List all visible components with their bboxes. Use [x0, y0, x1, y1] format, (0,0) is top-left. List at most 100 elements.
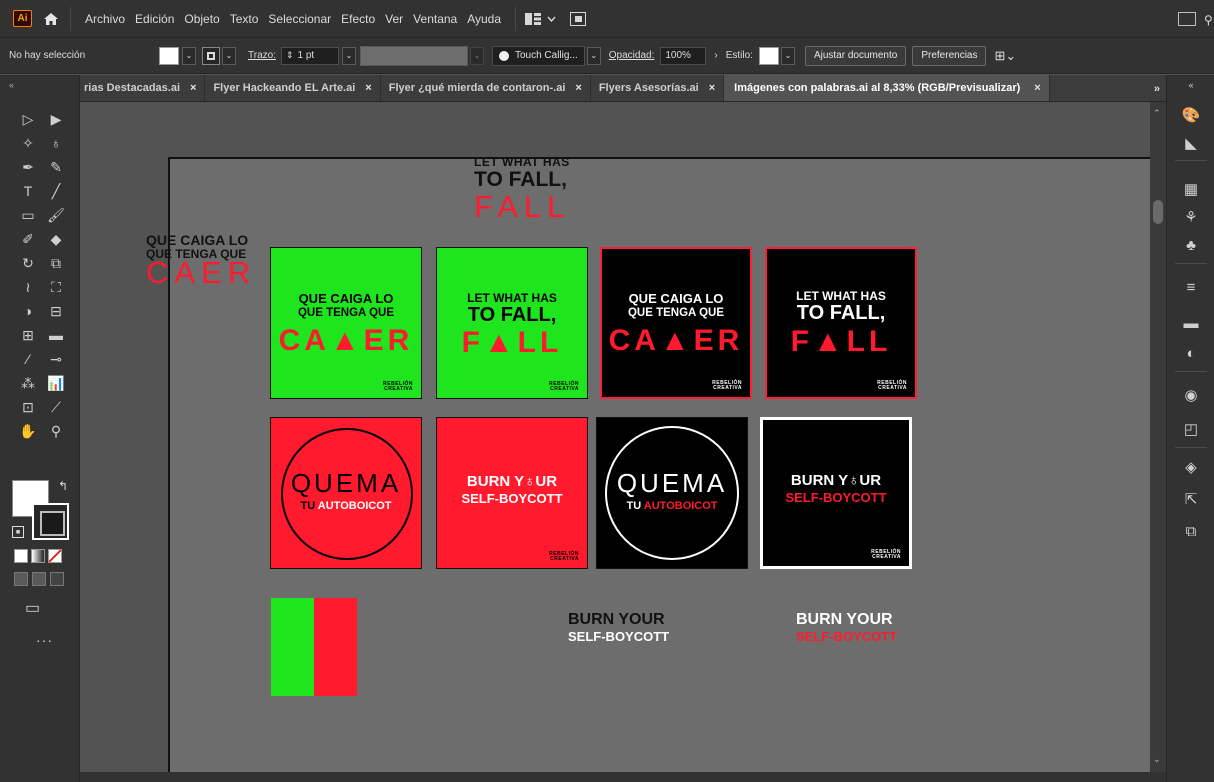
swap-fill-stroke-icon[interactable]: ↰ — [58, 479, 68, 493]
gradient-tool-icon[interactable]: ▬ — [42, 324, 70, 346]
variable-width-profile[interactable] — [359, 45, 468, 66]
card-que-caiga-green[interactable]: QUE CAIGA LO QUE TENGA QUE CA▲ER REBELIÓ… — [270, 247, 422, 399]
card-burn-your-black[interactable]: BURN Y♁UR SELF-BOYCOTT REBELIÓN CREATIVA — [760, 417, 912, 569]
document-setup-button[interactable]: Ajustar documento — [804, 45, 907, 66]
stroke-dropdown-chevron-icon[interactable]: ⌄ — [222, 46, 236, 65]
artboard-tool-icon[interactable]: ⊡ — [14, 396, 42, 418]
opacity-expand-icon[interactable]: › — [714, 50, 717, 61]
menu-ayuda[interactable]: Ayuda — [462, 12, 506, 26]
type-tool-icon[interactable]: T — [14, 180, 42, 202]
arrange-documents-icon[interactable] — [1178, 12, 1196, 26]
gradient-panel-icon[interactable]: ▬ — [1181, 313, 1201, 333]
close-icon[interactable]: × — [575, 82, 581, 94]
selection-tool-icon[interactable]: ▷ — [14, 108, 42, 130]
more-tabs-icon[interactable]: » — [1154, 75, 1160, 101]
column-graph-tool-icon[interactable]: 📊 — [42, 372, 70, 394]
close-icon[interactable]: × — [365, 82, 371, 94]
draw-normal-icon[interactable] — [14, 572, 28, 586]
workspace-switcher-icon[interactable] — [525, 12, 556, 25]
blend-tool-icon[interactable]: ⊸ — [42, 348, 70, 370]
tab-document-active[interactable]: Imágenes con palabras.ai al 8,33% (RGB/P… — [724, 75, 1050, 101]
swatches-icon[interactable]: ▦ — [1181, 179, 1201, 199]
arrange-icon[interactable]: ⊞⌄ — [994, 48, 1016, 64]
zoom-tool-icon[interactable]: ⚲ — [42, 420, 70, 442]
asset-export-icon[interactable]: ⇱ — [1181, 489, 1201, 509]
opacity-field[interactable]: 100% — [660, 46, 707, 65]
search-icon[interactable]: ⚲ — [1204, 13, 1214, 27]
hand-tool-icon[interactable]: ✋ — [14, 420, 42, 442]
close-icon[interactable]: × — [190, 82, 196, 94]
edit-toolbar-icon[interactable]: ··· — [36, 632, 53, 648]
gpu-performance-icon[interactable] — [570, 11, 587, 26]
stroke-label[interactable]: Trazo: — [248, 50, 276, 61]
appearance-panel-icon[interactable]: ◉ — [1181, 385, 1201, 405]
draw-behind-icon[interactable] — [32, 572, 46, 586]
red-color-block[interactable] — [314, 598, 357, 696]
opacity-label[interactable]: Opacidad: — [609, 50, 655, 61]
free-transform-tool-icon[interactable]: ⛶ — [42, 276, 70, 298]
eyedropper-tool-icon[interactable]: ⁄ — [14, 348, 42, 370]
brushes-icon[interactable]: ⚘ — [1181, 207, 1201, 227]
scale-tool-icon[interactable]: ⧉ — [42, 252, 70, 274]
artboards-panel-icon[interactable]: ⧉ — [1181, 521, 1201, 541]
brush-definition-field[interactable]: Touch Callig... — [491, 45, 585, 66]
curvature-tool-icon[interactable]: ✎ — [42, 156, 70, 178]
profile-chevron-icon[interactable]: ⌄ — [469, 46, 484, 65]
stroke-weight-chevron-icon[interactable]: ⌄ — [341, 46, 356, 65]
pen-tool-icon[interactable]: ✒ — [14, 156, 42, 178]
paintbrush-tool-icon[interactable]: 🖌 — [42, 204, 70, 226]
green-color-block[interactable] — [271, 598, 314, 696]
scrollbar-thumb[interactable] — [1153, 200, 1163, 224]
mesh-tool-icon[interactable]: ⊞ — [14, 324, 42, 346]
tab-document[interactable]: rias Destacadas.ai × — [80, 75, 206, 101]
text-burn-your-1[interactable]: BURN YOUR SELF-BOYCOTT — [568, 612, 669, 644]
direct-selection-tool-icon[interactable]: ▶ — [42, 108, 70, 130]
transparency-panel-icon[interactable]: ◐ — [1181, 343, 1201, 363]
warp-tool-icon[interactable]: ≀ — [14, 276, 42, 298]
stroke-panel-icon[interactable]: ≡ — [1181, 277, 1201, 297]
text-let-what-has-to-fall[interactable]: LET WHAT HAS TO FALL, FALL — [474, 156, 570, 222]
color-mode-icon[interactable] — [14, 549, 28, 563]
menu-ver[interactable]: Ver — [380, 12, 408, 26]
symbols-icon[interactable]: ♣ — [1181, 235, 1201, 255]
text-que-caiga-lo[interactable]: QUE CAIGA LO QUE TENGA QUE CAER — [146, 233, 256, 288]
slice-tool-icon[interactable]: ⟋ — [42, 396, 70, 418]
style-chevron-icon[interactable]: ⌄ — [780, 46, 795, 65]
menu-seleccionar[interactable]: Seleccionar — [263, 12, 336, 26]
magic-wand-tool-icon[interactable]: ✧ — [14, 132, 42, 154]
symbol-sprayer-tool-icon[interactable]: ⁂ — [14, 372, 42, 394]
gradient-mode-icon[interactable] — [31, 549, 45, 563]
scroll-up-icon[interactable]: ⌃ — [1153, 108, 1161, 119]
card-quema-red[interactable]: QUEMA TU AUTOBOICOT — [270, 417, 422, 569]
close-icon[interactable]: × — [709, 82, 715, 94]
rotate-tool-icon[interactable]: ↻ — [14, 252, 42, 274]
card-let-what-black[interactable]: LET WHAT HAS TO FALL, F▲LL REBELIÓN CREAT… — [765, 247, 917, 399]
card-quema-black[interactable]: QUEMA TU AUTOBOICOT — [596, 417, 748, 569]
menu-ventana[interactable]: Ventana — [408, 12, 462, 26]
stroke-color-swatch[interactable] — [202, 46, 220, 65]
close-icon[interactable]: × — [1034, 82, 1040, 94]
perspective-grid-tool-icon[interactable]: ⊟ — [42, 300, 70, 322]
text-burn-your-2[interactable]: BURN YOUR SELF-BOYCOTT — [796, 612, 897, 644]
graphic-style-swatch[interactable] — [758, 46, 779, 65]
stroke-weight-field[interactable]: ⇕ 1 pt — [280, 46, 339, 65]
stepper-icon[interactable]: ⇕ — [286, 50, 294, 61]
eraser-tool-icon[interactable]: ◆ — [42, 228, 70, 250]
shaper-tool-icon[interactable]: ✐ — [14, 228, 42, 250]
menu-texto[interactable]: Texto — [225, 12, 264, 26]
canvas[interactable]: LET WHAT HAS TO FALL, FALL QUE CAIGA LO … — [80, 102, 1150, 782]
screen-mode-icon[interactable]: ▭ — [25, 598, 40, 618]
tab-document[interactable]: Flyer Hackeando EL Arte.ai × — [205, 75, 381, 101]
panel-collapse-icon[interactable]: « — [1181, 75, 1201, 95]
card-let-what-green[interactable]: LET WHAT HAS TO FALL, F▲LL REBELIÓN CREAT… — [436, 247, 588, 399]
shape-builder-tool-icon[interactable]: ◑ — [14, 300, 42, 322]
menu-edicion[interactable]: Edición — [130, 12, 179, 26]
vertical-scrollbar[interactable]: ⌃ ⌄ — [1150, 102, 1166, 772]
tab-document[interactable]: Flyer ¿qué mierda de contaron-.ai × — [381, 75, 591, 101]
card-burn-your-red[interactable]: BURN Y♁UR SELF-BOYCOTT REBELIÓN CREATIVA — [436, 417, 588, 569]
layers-panel-icon[interactable]: ◈ — [1181, 457, 1201, 477]
stroke-swatch[interactable] — [32, 503, 69, 540]
color-guide-icon[interactable]: ◣ — [1181, 133, 1201, 153]
menu-efecto[interactable]: Efecto — [336, 12, 380, 26]
draw-inside-icon[interactable] — [50, 572, 64, 586]
